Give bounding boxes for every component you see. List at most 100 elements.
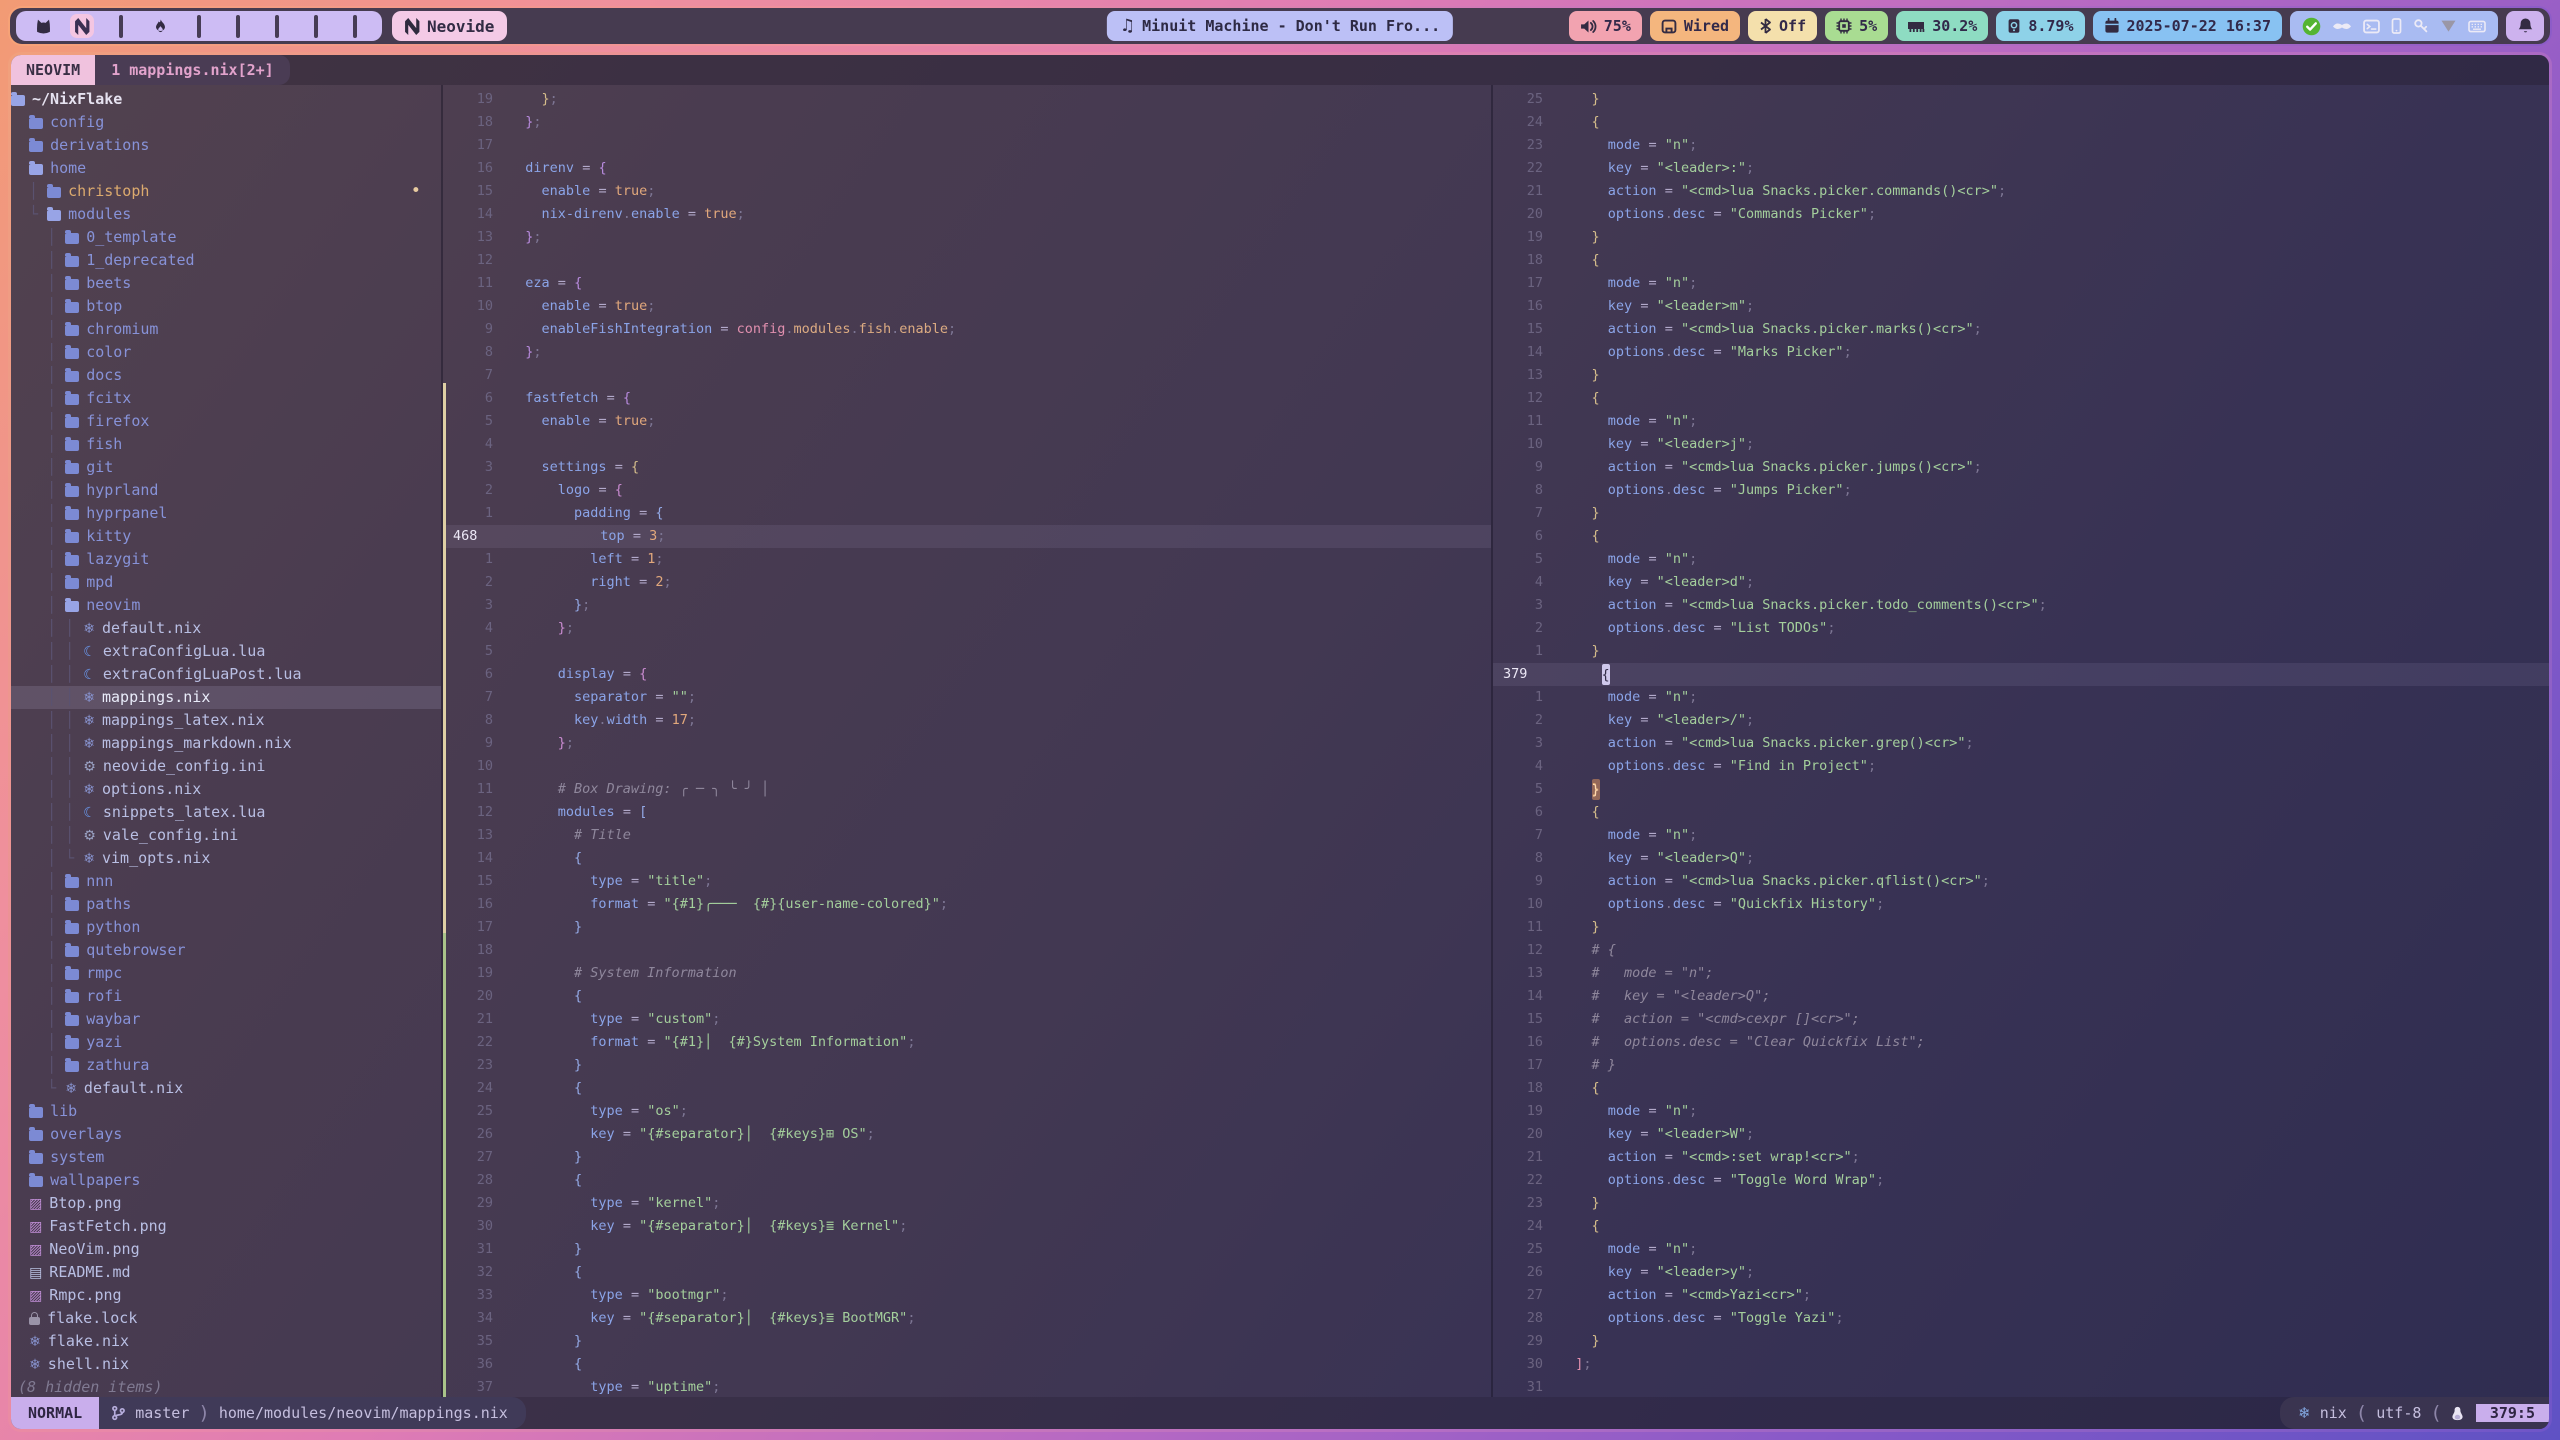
workspace-9[interactable] bbox=[343, 14, 367, 38]
tree-item[interactable]: │ nnn bbox=[11, 870, 441, 893]
workspace-7[interactable] bbox=[265, 14, 289, 38]
volume-module[interactable]: 75% bbox=[1569, 11, 1642, 41]
tree-item[interactable]: │ paths bbox=[11, 893, 441, 916]
volume-label: 75% bbox=[1604, 17, 1631, 35]
mustache-icon[interactable] bbox=[2332, 20, 2352, 32]
tree-item[interactable]: └ modules bbox=[11, 203, 441, 226]
network-module[interactable]: Wired bbox=[1650, 11, 1740, 41]
tree-item[interactable]: │ btop bbox=[11, 295, 441, 318]
triangle-icon[interactable] bbox=[2440, 19, 2457, 33]
tree-item[interactable]: ▨FastFetch.png bbox=[11, 1215, 441, 1238]
tree-item[interactable]: │ fish bbox=[11, 433, 441, 456]
line-number: 8 bbox=[1493, 847, 1559, 870]
tree-item[interactable]: derivations bbox=[11, 134, 441, 157]
tree-item[interactable]: │ color bbox=[11, 341, 441, 364]
tree-item[interactable]: │ firefox bbox=[11, 410, 441, 433]
tree-item[interactable]: │ zathura bbox=[11, 1054, 441, 1077]
editor-center-pane[interactable]: 19 };18 };1716 direnv = {15 enable = tru… bbox=[443, 85, 1491, 1397]
clock-module[interactable]: 2025-07-22 16:37 bbox=[2093, 11, 2283, 41]
tree-item[interactable]: │ │ ❄mappings_markdown.nix bbox=[11, 732, 441, 755]
tree-item[interactable]: │ git bbox=[11, 456, 441, 479]
tree-item[interactable]: flake.lock bbox=[11, 1307, 441, 1330]
matchparen-highlight: } bbox=[1592, 779, 1600, 800]
tree-item[interactable]: │ qutebrowser bbox=[11, 939, 441, 962]
tree-item[interactable]: │ │ ☾snippets_latex.lua bbox=[11, 801, 441, 824]
tree-item[interactable]: │ 0_template bbox=[11, 226, 441, 249]
tree-item[interactable]: ❄shell.nix bbox=[11, 1353, 441, 1376]
tree-item[interactable]: │ mpd bbox=[11, 571, 441, 594]
tree-item[interactable]: (8 hidden items) bbox=[11, 1376, 441, 1397]
tree-item[interactable]: │ 1_deprecated bbox=[11, 249, 441, 272]
music-player[interactable]: ♫ Minuit Machine - Don't Run Fro... bbox=[1107, 11, 1453, 41]
tree-item[interactable]: │ beets bbox=[11, 272, 441, 295]
tree-item[interactable]: │ hyprpanel bbox=[11, 502, 441, 525]
editor-right-pane[interactable]: 25 }24 {23 mode = "n";22 key = "<leader>… bbox=[1493, 85, 2549, 1397]
disk-module[interactable]: 8.79% bbox=[1996, 11, 2084, 41]
workspace-3[interactable] bbox=[109, 14, 133, 38]
tree-item[interactable]: └ ❄default.nix bbox=[11, 1077, 441, 1100]
cpu-module[interactable]: 5% bbox=[1825, 11, 1888, 41]
encoding[interactable]: utf-8 bbox=[2376, 1404, 2421, 1422]
workspace-5[interactable] bbox=[187, 14, 211, 38]
line-number: 6 bbox=[443, 387, 509, 410]
tree-item[interactable]: lib bbox=[11, 1100, 441, 1123]
tree-item[interactable]: home bbox=[11, 157, 441, 180]
tree-item[interactable]: ▨Btop.png bbox=[11, 1192, 441, 1215]
key-icon[interactable] bbox=[2413, 18, 2429, 34]
file-tree[interactable]: ~/NixFlake config derivations home │ chr… bbox=[11, 85, 441, 1397]
bluetooth-module[interactable]: Off bbox=[1748, 11, 1817, 41]
tree-item[interactable]: │ │ ☾extraConfigLuaPost.lua bbox=[11, 663, 441, 686]
workspace-4[interactable] bbox=[148, 14, 172, 38]
tree-item[interactable]: │ docs bbox=[11, 364, 441, 387]
disk-icon bbox=[2007, 18, 2021, 34]
tree-item[interactable]: │ │ ☾extraConfigLua.lua bbox=[11, 640, 441, 663]
phone-icon[interactable] bbox=[2391, 18, 2402, 34]
tree-item[interactable]: │ hyprland bbox=[11, 479, 441, 502]
tree-item[interactable]: │ │ ❄options.nix bbox=[11, 778, 441, 801]
tree-item[interactable]: ~/NixFlake bbox=[11, 88, 441, 111]
tab-mappings-nix[interactable]: 1 mappings.nix[2+] bbox=[95, 55, 290, 85]
notifications-button[interactable] bbox=[2506, 11, 2544, 41]
git-branch[interactable]: master bbox=[135, 1404, 189, 1422]
tree-item[interactable]: │ └ ❄vim_opts.nix bbox=[11, 847, 441, 870]
tree-item[interactable]: │ rofi bbox=[11, 985, 441, 1008]
tree-item[interactable]: system bbox=[11, 1146, 441, 1169]
check-circle-icon[interactable] bbox=[2302, 17, 2321, 36]
terminal-icon[interactable] bbox=[2363, 19, 2380, 34]
workspace-8[interactable] bbox=[304, 14, 328, 38]
workspace-6[interactable] bbox=[226, 14, 250, 38]
tree-item[interactable]: config bbox=[11, 111, 441, 134]
tree-item[interactable]: │ python bbox=[11, 916, 441, 939]
keyboard-icon[interactable] bbox=[2468, 20, 2486, 33]
tree-item-label: firefox bbox=[86, 410, 149, 433]
tree-item[interactable]: │ lazygit bbox=[11, 548, 441, 571]
memory-module[interactable]: 30.2% bbox=[1896, 11, 1988, 41]
workspace-1[interactable] bbox=[31, 14, 55, 38]
tree-item-label: qutebrowser bbox=[86, 939, 185, 962]
tree-item[interactable]: ▨NeoVim.png bbox=[11, 1238, 441, 1261]
workspace-2[interactable] bbox=[70, 14, 94, 38]
tree-item[interactable]: │ rmpc bbox=[11, 962, 441, 985]
tree-item[interactable]: ❄flake.nix bbox=[11, 1330, 441, 1353]
tree-item[interactable]: │ neovim bbox=[11, 594, 441, 617]
indent-guide: │ bbox=[11, 525, 65, 548]
tree-item[interactable]: │ kitty bbox=[11, 525, 441, 548]
tree-item[interactable]: │ yazi bbox=[11, 1031, 441, 1054]
window-title-chip[interactable]: Neovide bbox=[392, 11, 507, 41]
tree-item[interactable]: │ │ ❄mappings.nix bbox=[11, 686, 441, 709]
tree-item[interactable]: │ christoph• bbox=[11, 180, 441, 203]
tree-item[interactable]: │ │ ❄mappings_latex.nix bbox=[11, 709, 441, 732]
folder-icon bbox=[65, 1061, 79, 1072]
tree-item[interactable]: │ waybar bbox=[11, 1008, 441, 1031]
tree-item[interactable]: │ │ ⚙vale_config.ini bbox=[11, 824, 441, 847]
tree-item[interactable]: │ chromium bbox=[11, 318, 441, 341]
tree-item[interactable]: wallpapers bbox=[11, 1169, 441, 1192]
tree-item[interactable]: │ │ ❄default.nix bbox=[11, 617, 441, 640]
filetype[interactable]: nix bbox=[2320, 1404, 2347, 1422]
tree-item[interactable]: │ │ ⚙neovide_config.ini bbox=[11, 755, 441, 778]
tree-item[interactable]: overlays bbox=[11, 1123, 441, 1146]
tab-index: 1 bbox=[111, 61, 120, 79]
tree-item[interactable]: ▨Rmpc.png bbox=[11, 1284, 441, 1307]
tree-item[interactable]: ▤README.md bbox=[11, 1261, 441, 1284]
tree-item[interactable]: │ fcitx bbox=[11, 387, 441, 410]
